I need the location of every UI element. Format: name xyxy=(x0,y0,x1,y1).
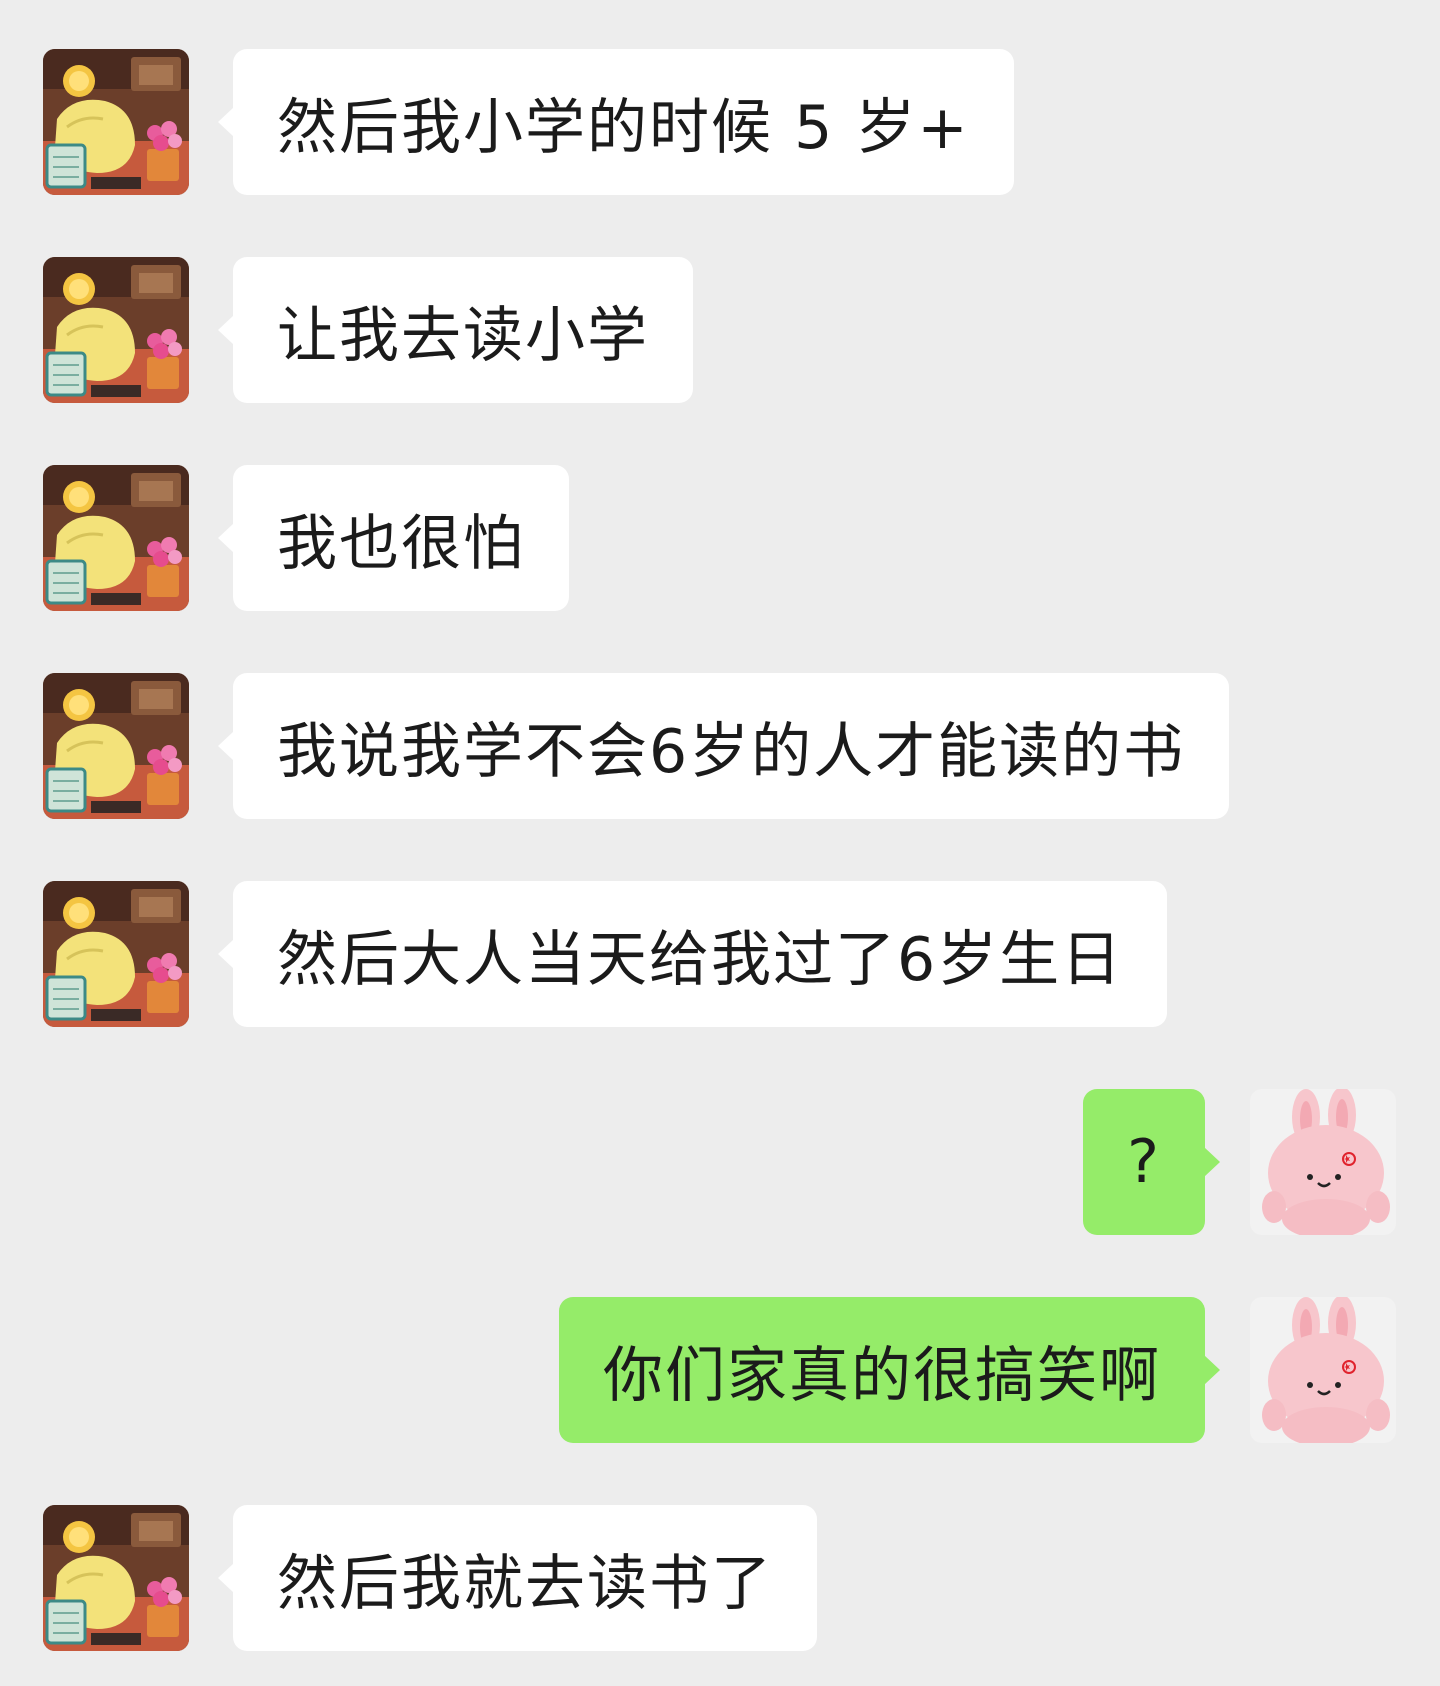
message-text: 然后我小学的时候 5 岁+ xyxy=(277,92,970,163)
message-text: 然后大人当天给我过了6岁生日 xyxy=(277,924,1124,995)
incoming-message-bubble[interactable]: 然后大人当天给我过了6岁生日 xyxy=(217,881,1168,1027)
self-avatar-icon[interactable] xyxy=(1250,1297,1396,1443)
chat-area[interactable]: 然后我小学的时候 5 岁+ 让我去读小学 我也很怕 我说我学不会6岁的人才能读的… xyxy=(0,0,1440,1686)
incoming-message-bubble[interactable]: 然后我小学的时候 5 岁+ xyxy=(218,49,1014,195)
outgoing-message-bubble[interactable]: ? xyxy=(1083,1089,1220,1235)
message-row: 我说我学不会6岁的人才能读的书 xyxy=(0,673,1440,821)
message-text: 然后我就去读书了 xyxy=(277,1548,773,1619)
incoming-message-bubble[interactable]: 我也很怕 xyxy=(218,465,569,611)
message-text: 我也很怕 xyxy=(277,508,525,579)
contact-avatar-icon[interactable] xyxy=(43,881,189,1027)
message-row: 然后我小学的时候 5 岁+ xyxy=(0,49,1440,197)
contact-avatar-icon[interactable] xyxy=(43,673,189,819)
message-text: 你们家真的很搞笑啊 xyxy=(603,1340,1161,1411)
contact-avatar-icon[interactable] xyxy=(43,49,189,195)
message-text: 让我去读小学 xyxy=(277,300,649,371)
message-row: 你们家真的很搞笑啊 xyxy=(0,1297,1440,1445)
message-row: ? xyxy=(0,1089,1440,1237)
message-row: 然后大人当天给我过了6岁生日 xyxy=(0,881,1440,1029)
incoming-message-bubble[interactable]: 我说我学不会6岁的人才能读的书 xyxy=(217,673,1230,819)
contact-avatar-icon[interactable] xyxy=(43,257,189,403)
self-avatar-icon[interactable] xyxy=(1250,1089,1396,1235)
contact-avatar-icon[interactable] xyxy=(43,1505,189,1651)
message-text: 我说我学不会6岁的人才能读的书 xyxy=(277,716,1186,787)
message-text: ? xyxy=(1127,1127,1161,1197)
incoming-message-bubble[interactable]: 让我去读小学 xyxy=(218,257,693,403)
contact-avatar-icon[interactable] xyxy=(43,465,189,611)
message-row: 让我去读小学 xyxy=(0,257,1440,405)
message-row: 我也很怕 xyxy=(0,465,1440,613)
message-row: 然后我就去读书了 xyxy=(0,1505,1440,1653)
outgoing-message-bubble[interactable]: 你们家真的很搞笑啊 xyxy=(559,1297,1220,1443)
incoming-message-bubble[interactable]: 然后我就去读书了 xyxy=(218,1505,817,1651)
